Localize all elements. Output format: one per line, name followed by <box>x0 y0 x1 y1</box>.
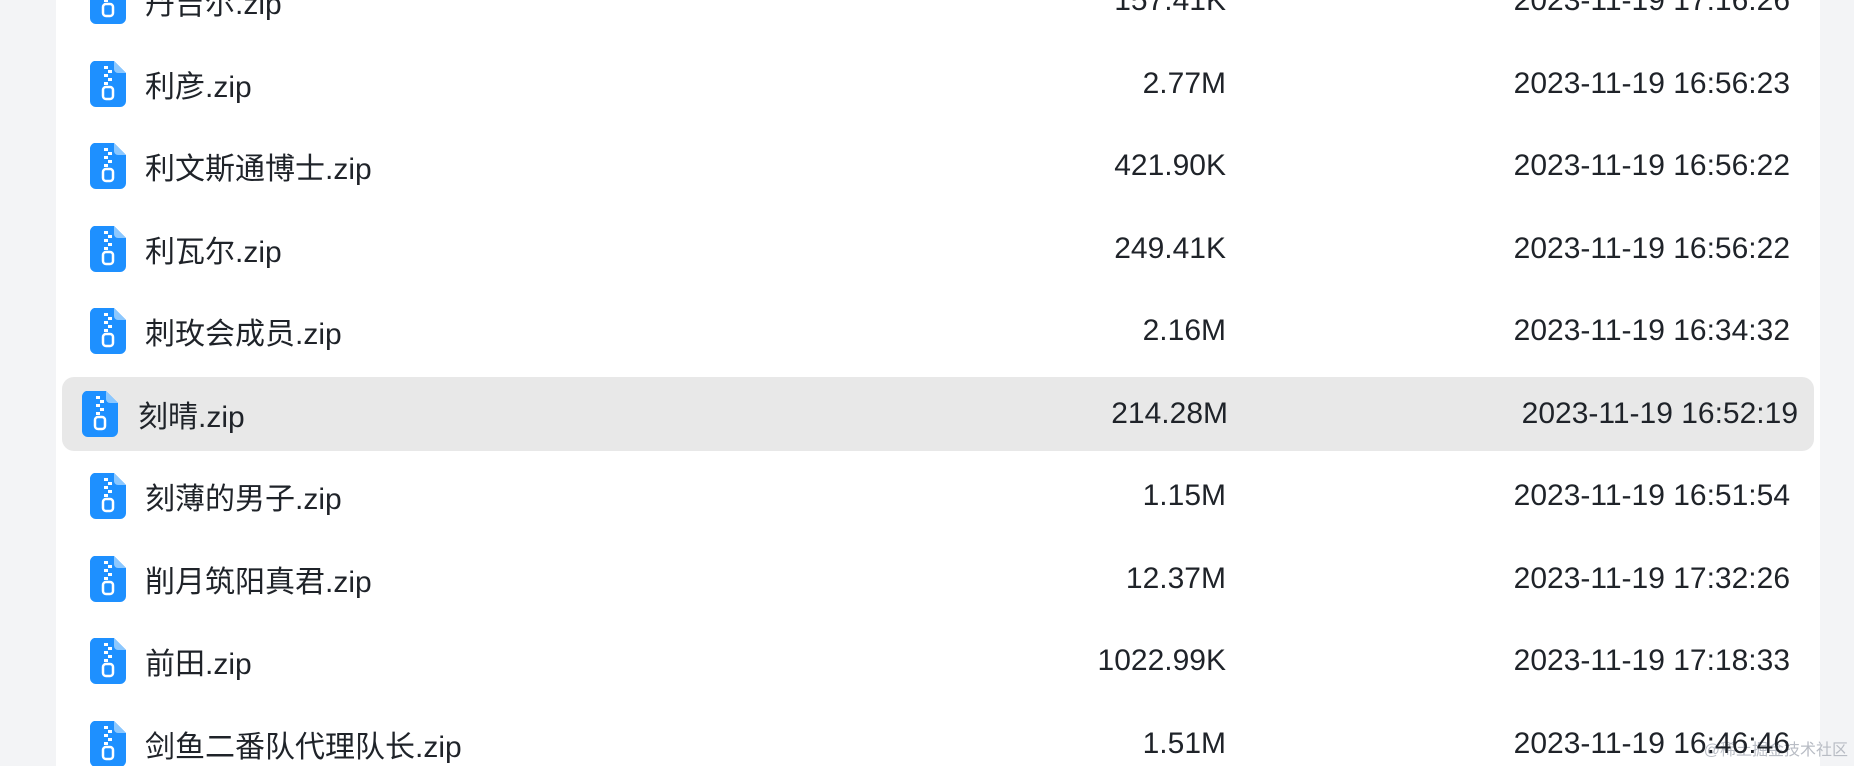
file-name: 刻薄的男子.zip <box>145 483 342 517</box>
file-size: 2.16M <box>1142 314 1226 348</box>
file-row[interactable]: 剑鱼二番队代理队长.zip 1.51M 2023-11-19 16:46:46 <box>56 703 1820 766</box>
zip-file-icon <box>90 638 126 685</box>
zip-file-icon <box>90 555 126 602</box>
file-size: 12.37M <box>1125 561 1226 595</box>
file-size: 421.90K <box>1114 149 1226 183</box>
file-size: 1.15M <box>1142 479 1226 513</box>
file-row[interactable]: 刺玫会成员.zip 2.16M 2023-11-19 16:34:32 <box>56 290 1820 373</box>
zip-file-icon <box>90 720 126 766</box>
file-size: 249.41K <box>1114 231 1226 265</box>
file-name: 丹吉尔.zip <box>145 0 282 22</box>
zip-file-icon <box>90 143 126 190</box>
file-name: 剑鱼二番队代理队长.zip <box>145 730 462 764</box>
zip-file-icon <box>82 390 118 437</box>
file-size: 1.51M <box>1142 726 1226 760</box>
file-modified-time: 2023-11-19 16:46:46 <box>1513 726 1790 760</box>
file-name: 前田.zip <box>145 648 252 682</box>
file-modified-time: 2023-11-19 17:32:26 <box>1513 561 1790 595</box>
file-modified-time: 2023-11-19 17:18:33 <box>1513 644 1790 678</box>
file-row[interactable]: 利瓦尔.zip 249.41K 2023-11-19 16:56:22 <box>56 208 1820 291</box>
file-row[interactable]: 刻薄的男子.zip 1.15M 2023-11-19 16:51:54 <box>56 455 1820 538</box>
file-name: 利瓦尔.zip <box>145 235 282 269</box>
zip-file-icon <box>90 225 126 272</box>
zip-file-icon <box>90 0 126 25</box>
file-name: 利文斯通博士.zip <box>145 153 372 187</box>
file-list: 丹吉尔.zip 157.41K 2023-11-19 17:16:26 利彦.z… <box>56 0 1820 766</box>
file-modified-time: 2023-11-19 16:56:22 <box>1513 231 1790 265</box>
file-list-panel: 丹吉尔.zip 157.41K 2023-11-19 17:16:26 利彦.z… <box>56 0 1820 766</box>
zip-file-icon <box>90 473 126 520</box>
zip-file-icon <box>90 60 126 107</box>
file-row[interactable]: 丹吉尔.zip 157.41K 2023-11-19 17:16:26 <box>56 0 1820 43</box>
file-row[interactable]: 前田.zip 1022.99K 2023-11-19 17:18:33 <box>56 620 1820 703</box>
file-size: 1022.99K <box>1097 644 1226 678</box>
file-size: 214.28M <box>1111 396 1228 430</box>
file-modified-time: 2023-11-19 16:56:22 <box>1513 149 1790 183</box>
file-name: 削月筑阳真君.zip <box>145 565 372 599</box>
file-row-selected[interactable]: 刻晴.zip 214.28M 2023-11-19 16:52:19 <box>56 373 1820 456</box>
file-row[interactable]: 削月筑阳真君.zip 12.37M 2023-11-19 17:32:26 <box>56 538 1820 621</box>
file-row[interactable]: 利彦.zip 2.77M 2023-11-19 16:56:23 <box>56 43 1820 126</box>
file-modified-time: 2023-11-19 17:16:26 <box>1513 0 1790 18</box>
file-row[interactable]: 利文斯通博士.zip 421.90K 2023-11-19 16:56:22 <box>56 125 1820 208</box>
file-modified-time: 2023-11-19 16:51:54 <box>1513 479 1790 513</box>
file-modified-time: 2023-11-19 16:56:23 <box>1513 66 1790 100</box>
file-size: 2.77M <box>1142 66 1226 100</box>
file-name: 刺玫会成员.zip <box>145 318 342 352</box>
file-size: 157.41K <box>1114 0 1226 18</box>
zip-file-icon <box>90 308 126 355</box>
file-name: 利彦.zip <box>145 70 252 104</box>
file-modified-time: 2023-11-19 16:34:32 <box>1513 314 1790 348</box>
file-name: 刻晴.zip <box>138 400 245 434</box>
file-modified-time: 2023-11-19 16:52:19 <box>1521 396 1798 430</box>
